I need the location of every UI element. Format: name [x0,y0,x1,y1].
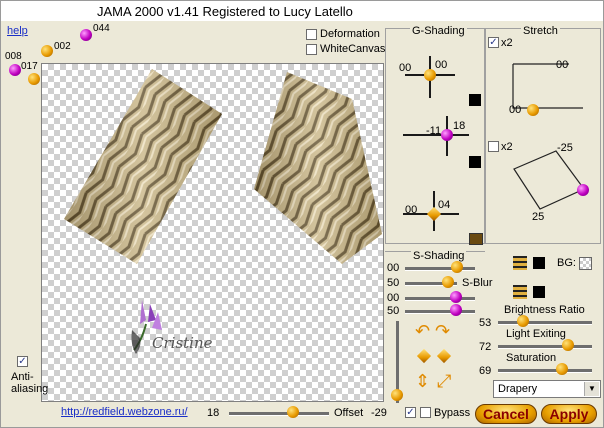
sshading-v2: 50 [387,277,400,289]
sshading-slider-3[interactable] [405,297,475,301]
sshading-slider-4[interactable] [405,310,475,314]
offset-left-value: 18 [207,407,220,419]
gold-knob-002[interactable] [41,45,53,57]
brightness-slider[interactable] [498,321,592,325]
value-008: 008 [5,51,22,62]
bg-label: BG: [557,257,576,269]
bypass-label: Bypass [434,407,471,419]
gshading-color-2[interactable] [469,156,481,168]
stretch-x2-top-checkbox[interactable]: ✓ [488,37,499,48]
stretch-knob-bottom[interactable] [577,184,589,196]
rotate-left-icon[interactable]: ↶ [415,321,430,342]
dice-icon-1[interactable] [416,348,432,364]
gshading-color-1[interactable] [469,94,481,106]
saturation-slider[interactable] [498,369,592,373]
effect-dropdown[interactable]: Drapery ▼ [493,380,601,398]
purple-knob-008[interactable] [9,64,21,76]
antialiasing-checkbox[interactable]: ✓ [17,356,28,367]
rotate-right-icon[interactable]: ↷ [435,321,450,342]
g-cross-2-h [403,134,469,136]
bypass-checkbox-2[interactable] [420,407,431,418]
shading-pattern-icon-2[interactable] [513,285,527,299]
value-044: 044 [93,23,110,34]
bypass-checkbox-1[interactable]: ✓ [405,407,416,418]
stretch-title: Stretch [521,25,560,37]
gold-knob-017[interactable] [28,73,40,85]
stretch-knob-top[interactable] [527,104,539,116]
gshading-knob-top[interactable] [424,69,436,81]
watermark-text: Cristine [152,334,213,352]
light-slider[interactable] [498,345,592,349]
preview-canvas: Cristine [41,63,384,402]
shading-pattern-icon-1[interactable] [513,256,527,270]
sshading-knob-2[interactable] [442,276,454,288]
website-link[interactable]: http://redfield.webzone.ru/ [61,406,188,418]
offset-label: Offset [334,407,364,419]
watermark: Cristine [122,290,222,360]
jama-window: JAMA 2000 v1.41 Registered to Lucy Latel… [0,0,604,428]
saturation-label: Saturation [506,352,557,364]
brightness-label: Brightness Ratio [504,304,585,316]
bg-swatch[interactable] [579,257,592,270]
chevron-down-icon[interactable]: ▼ [584,382,599,396]
gshading-top-left: 00 [399,62,412,74]
stretch-top-val-left: 00 [509,104,522,116]
effect-dropdown-value: Drapery [498,383,538,395]
light-knob[interactable] [562,339,574,351]
resize-diagonal-icon[interactable]: ⤢ [437,371,451,392]
title-bar: JAMA 2000 v1.41 Registered to Lucy Latel… [1,1,603,21]
sshading-color-1[interactable] [533,257,545,269]
stretch-top-val-right: 00 [556,59,569,71]
sshading-knob-3[interactable] [450,291,462,303]
sshading-knob-4[interactable] [450,304,462,316]
value-017: 017 [21,61,38,72]
apply-button[interactable]: Apply [541,404,597,424]
stretch-x2-bottom-checkbox[interactable] [488,141,499,152]
sshading-knob-1[interactable] [451,261,463,273]
deformation-label: Deformation [320,28,380,40]
gshading-texture-icon[interactable] [469,233,483,245]
offset-slider[interactable] [229,412,329,416]
dice-icon-2[interactable] [436,348,452,364]
offset-knob[interactable] [287,406,299,418]
vertical-slider-knob[interactable] [391,389,403,401]
cancel-button[interactable]: Cancel [475,404,537,424]
brightness-value: 53 [479,317,492,329]
brightness-knob[interactable] [517,315,529,327]
saturation-knob[interactable] [556,363,568,375]
transform-icons: ↶ ↷ ⇕ ⤢ [415,321,455,401]
gshading-knob-mid[interactable] [441,129,453,141]
sshading-v1: 00 [387,262,400,274]
gshading-top-right: 00 [435,59,448,71]
purple-knob-044[interactable] [80,29,92,41]
sblur-label: S-Blur [462,277,493,289]
gshading-title: G-Shading [410,25,467,37]
window-title: JAMA 2000 v1.41 Registered to Lucy Latel… [97,4,353,19]
sshading-v3: 00 [387,292,400,304]
sshading-v4: 50 [387,305,400,317]
light-label: Light Exiting [506,328,566,340]
whitecanvas-checkbox[interactable] [306,44,317,55]
light-value: 72 [479,341,492,353]
sshading-slider-1[interactable] [405,267,475,271]
antialiasing-label: Anti- aliasing [11,371,49,395]
saturation-value: 69 [479,365,492,377]
stretch-bot-val-top: -25 [557,142,573,154]
stretch-bot-val-bottom: 25 [532,211,545,223]
offset-right-value: -29 [371,407,387,419]
flip-vertical-icon[interactable]: ⇕ [415,371,430,392]
deformation-checkbox[interactable] [306,29,317,40]
gshading-bot-right: 04 [438,199,451,211]
whitecanvas-label: WhiteCanvas [320,43,386,55]
stretch-x2-top-label: x2 [501,37,513,49]
sshading-color-2[interactable] [533,286,545,298]
gshading-mid-right: 18 [453,120,466,132]
help-link[interactable]: help [7,25,28,37]
value-002: 002 [54,41,71,52]
